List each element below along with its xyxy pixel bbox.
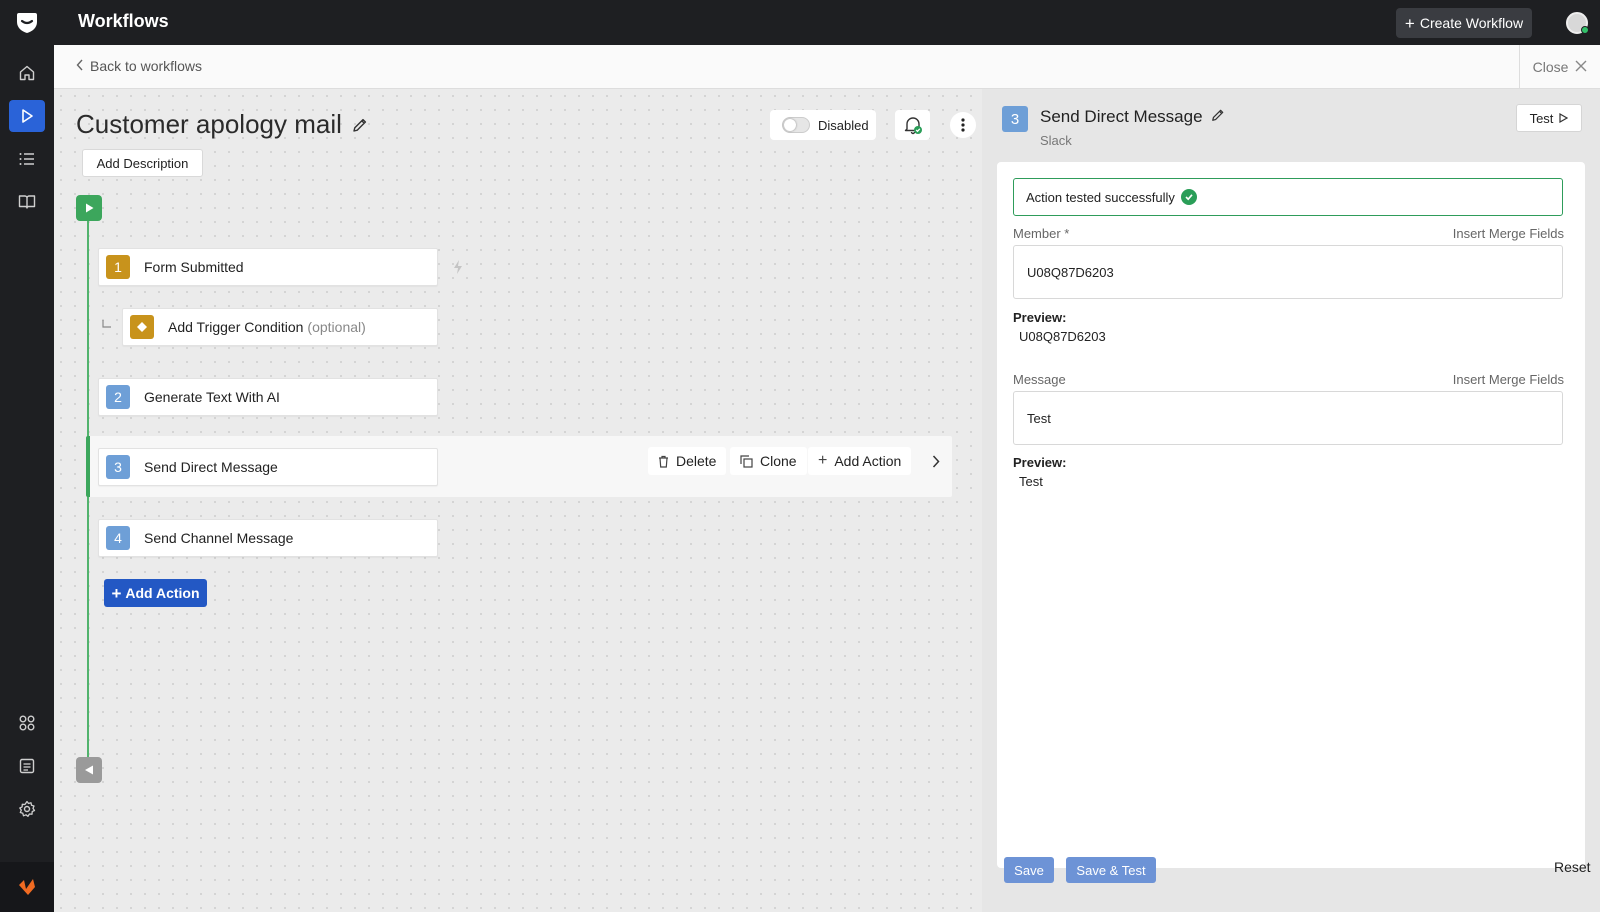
settings-gear-icon[interactable]	[9, 793, 45, 825]
document-icon[interactable]	[9, 750, 45, 782]
sidebar	[0, 45, 54, 912]
step-number-badge: 1	[106, 255, 130, 279]
success-banner: Action tested successfully	[1013, 178, 1563, 216]
apps-grid-icon[interactable]	[9, 707, 45, 739]
step-form-submitted[interactable]: 1 Form Submitted	[98, 248, 438, 286]
status-toggle[interactable]: Disabled	[770, 110, 876, 140]
selected-step-row: 3 Send Direct Message Delete Clone + Add…	[86, 436, 952, 497]
list-icon[interactable]	[9, 143, 45, 175]
step-label: Generate Text With AI	[144, 389, 280, 405]
message-label: Message	[1013, 372, 1066, 387]
back-to-workflows-label: Back to workflows	[90, 58, 203, 74]
status-label: Disabled	[818, 117, 869, 133]
add-action-label: Add Action	[125, 585, 200, 601]
step-add-trigger-condition[interactable]: Add Trigger Condition (optional)	[122, 308, 438, 346]
trash-icon	[659, 455, 668, 468]
add-action-label: Add Action	[834, 453, 902, 469]
back-to-workflows-link[interactable]: Back to workflows	[76, 58, 202, 74]
avatar[interactable]	[1566, 12, 1589, 34]
message-input[interactable]: Test	[1013, 391, 1563, 445]
member-input[interactable]: U08Q87D6203	[1013, 245, 1563, 299]
step-number-badge: 2	[106, 385, 130, 409]
member-preview-value: U08Q87D6203	[1019, 329, 1106, 344]
chevron-right-icon[interactable]	[932, 455, 940, 473]
plus-icon: +	[1404, 13, 1415, 33]
message-insert-merge-fields-link[interactable]: Insert Merge Fields	[1453, 372, 1564, 387]
optional-hint: (optional)	[307, 319, 366, 335]
copy-icon	[740, 454, 753, 468]
step-generate-text-with-ai[interactable]: 2 Generate Text With AI	[98, 378, 438, 416]
workflow-canvas: Customer apology mail Add Description Di…	[54, 89, 982, 912]
step-label: Add Trigger Condition	[168, 319, 304, 335]
edit-pencil-icon[interactable]	[1211, 107, 1225, 127]
panel-title: Send Direct Message	[1040, 107, 1225, 127]
app-logo-icon[interactable]	[15, 10, 39, 34]
add-description-button[interactable]: Add Description	[82, 149, 203, 177]
lightning-bolt-icon	[453, 260, 463, 279]
step-detail-panel: 3 Send Direct Message Slack Test Action …	[982, 89, 1600, 912]
message-preview-value: Test	[1019, 474, 1043, 489]
close-icon	[1575, 59, 1587, 75]
clone-label: Clone	[760, 453, 797, 469]
panel-form-card: Action tested successfully Member * Inse…	[997, 162, 1585, 868]
book-icon[interactable]	[9, 186, 45, 218]
add-action-inline-button[interactable]: + Add Action	[808, 447, 912, 475]
member-label: Member *	[1013, 226, 1070, 241]
close-button[interactable]: Close	[1519, 45, 1600, 89]
member-preview-label: Preview:	[1013, 310, 1067, 325]
step-send-direct-message[interactable]: 3 Send Direct Message	[98, 448, 438, 486]
close-label: Close	[1532, 59, 1569, 75]
play-outline-icon	[1559, 113, 1569, 123]
kebab-menu-icon	[961, 118, 965, 132]
edit-pencil-icon[interactable]	[352, 109, 368, 140]
step-label: Form Submitted	[144, 259, 244, 275]
home-icon[interactable]	[9, 57, 45, 89]
branch-arrow-icon	[102, 317, 112, 335]
start-node-play-icon[interactable]	[76, 195, 102, 221]
more-options-button[interactable]	[950, 112, 976, 138]
diamond-icon	[130, 315, 154, 339]
workflow-title: Customer apology mail	[76, 109, 368, 140]
member-insert-merge-fields-link[interactable]: Insert Merge Fields	[1453, 226, 1564, 241]
panel-subtitle: Slack	[1040, 133, 1072, 148]
plus-icon: +	[818, 452, 828, 469]
panel-step-number: 3	[1002, 106, 1028, 132]
test-label: Test	[1529, 110, 1554, 126]
add-action-button[interactable]: + Add Action	[104, 579, 207, 607]
step-number-badge: 3	[106, 455, 130, 479]
step-send-channel-message[interactable]: 4 Send Channel Message	[98, 519, 438, 557]
save-and-test-button[interactable]: Save & Test	[1066, 857, 1156, 883]
plus-icon: +	[111, 583, 122, 603]
breadcrumb-bar: Back to workflows Close	[54, 45, 1600, 89]
workflow-title-text: Customer apology mail	[76, 109, 342, 139]
app-title: Workflows	[78, 11, 169, 31]
reset-button[interactable]: Reset	[1554, 859, 1591, 875]
toggle-switch[interactable]	[782, 117, 810, 133]
workflows-play-icon[interactable]	[9, 100, 45, 132]
end-node-icon	[76, 757, 102, 783]
clone-step-button[interactable]: Clone	[730, 447, 807, 475]
bell-check-icon	[904, 117, 922, 135]
delete-step-button[interactable]: Delete	[648, 447, 727, 475]
success-message: Action tested successfully	[1026, 189, 1175, 205]
online-status-dot	[1581, 26, 1589, 34]
chevron-left-icon	[76, 58, 84, 74]
message-preview-label: Preview:	[1013, 455, 1067, 470]
test-button[interactable]: Test	[1516, 104, 1582, 132]
create-workflow-label: Create Workflow	[1419, 15, 1524, 31]
brand-logo-icon	[0, 862, 54, 912]
step-number-badge: 4	[106, 526, 130, 550]
step-label: Send Channel Message	[144, 530, 294, 546]
save-button[interactable]: Save	[1004, 857, 1054, 883]
notifications-button[interactable]	[895, 110, 930, 140]
delete-label: Delete	[676, 453, 717, 469]
check-circle-icon	[1180, 189, 1197, 205]
top-bar: Workflows + Create Workflow	[0, 0, 1600, 45]
create-workflow-button[interactable]: + Create Workflow	[1396, 8, 1532, 38]
panel-title-text: Send Direct Message	[1040, 107, 1203, 126]
step-label: Send Direct Message	[144, 459, 278, 475]
